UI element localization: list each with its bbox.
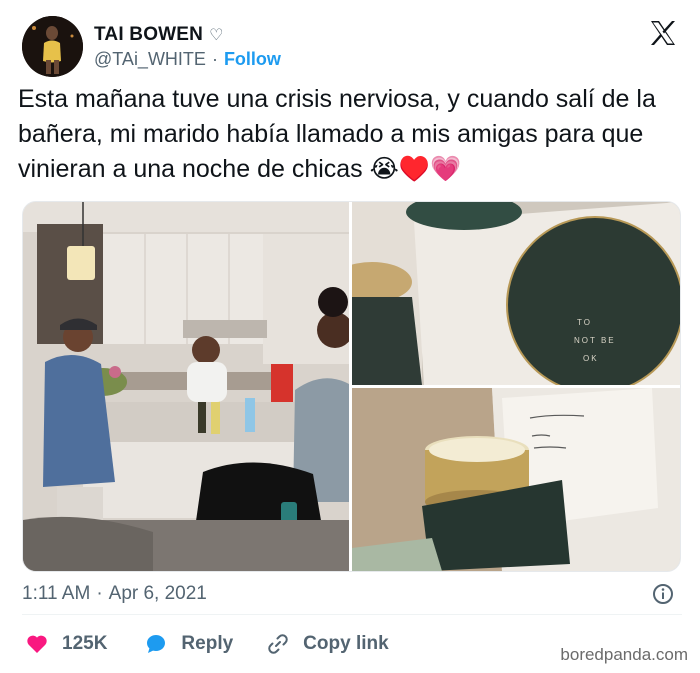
action-bar: 125K Reply Copy link [26, 633, 389, 655]
copy-link-button[interactable]: Copy link [267, 633, 389, 655]
card-text-to: TO [577, 318, 592, 327]
avatar[interactable] [22, 16, 83, 77]
tweet-text: Esta mañana tuve una crisis nerviosa, y … [18, 85, 656, 183]
display-name[interactable]: TAI BOWEN [94, 24, 203, 46]
timestamp[interactable]: 1:11 AM · Apr 6, 2021 [22, 583, 207, 605]
reply-label: Reply [181, 633, 234, 654]
heart-icon [27, 635, 47, 653]
info-icon[interactable] [652, 583, 674, 605]
card-text-not-be: NOT BE [574, 336, 616, 345]
photo-party-kitchen[interactable] [23, 202, 349, 571]
link-icon [268, 634, 288, 654]
card-text-ok: OK [583, 354, 599, 363]
name-row: TAI BOWEN ♡ [94, 24, 223, 46]
like-button[interactable]: 125K [26, 633, 107, 655]
follow-button[interactable]: Follow [224, 49, 281, 70]
reply-button[interactable]: Reply [145, 633, 233, 655]
photo-card-front[interactable]: TO NOT BE OK [352, 202, 680, 385]
watermark: boredpanda.com [560, 645, 688, 664]
tweet-header: TAI BOWEN ♡ @TAi_WHITE · Follow [22, 14, 682, 78]
copy-link-label: Copy link [303, 633, 389, 654]
like-count: 125K [62, 633, 108, 654]
separator-dot: · [211, 49, 218, 69]
time: 1:11 AM [22, 583, 91, 604]
heart-outline-icon: ♡ [209, 27, 224, 44]
reply-bubble-icon [147, 635, 166, 653]
user-handle[interactable]: @TAi_WHITE [94, 49, 206, 70]
handle-row: @TAi_WHITE · Follow [94, 49, 281, 70]
x-logo-icon[interactable] [648, 18, 678, 48]
photo-card-inside[interactable] [352, 388, 680, 571]
date: Apr 6, 2021 [108, 583, 207, 604]
divider [22, 614, 682, 615]
time-separator: · [96, 583, 103, 604]
media-grid[interactable]: TO NOT BE OK [22, 201, 681, 572]
